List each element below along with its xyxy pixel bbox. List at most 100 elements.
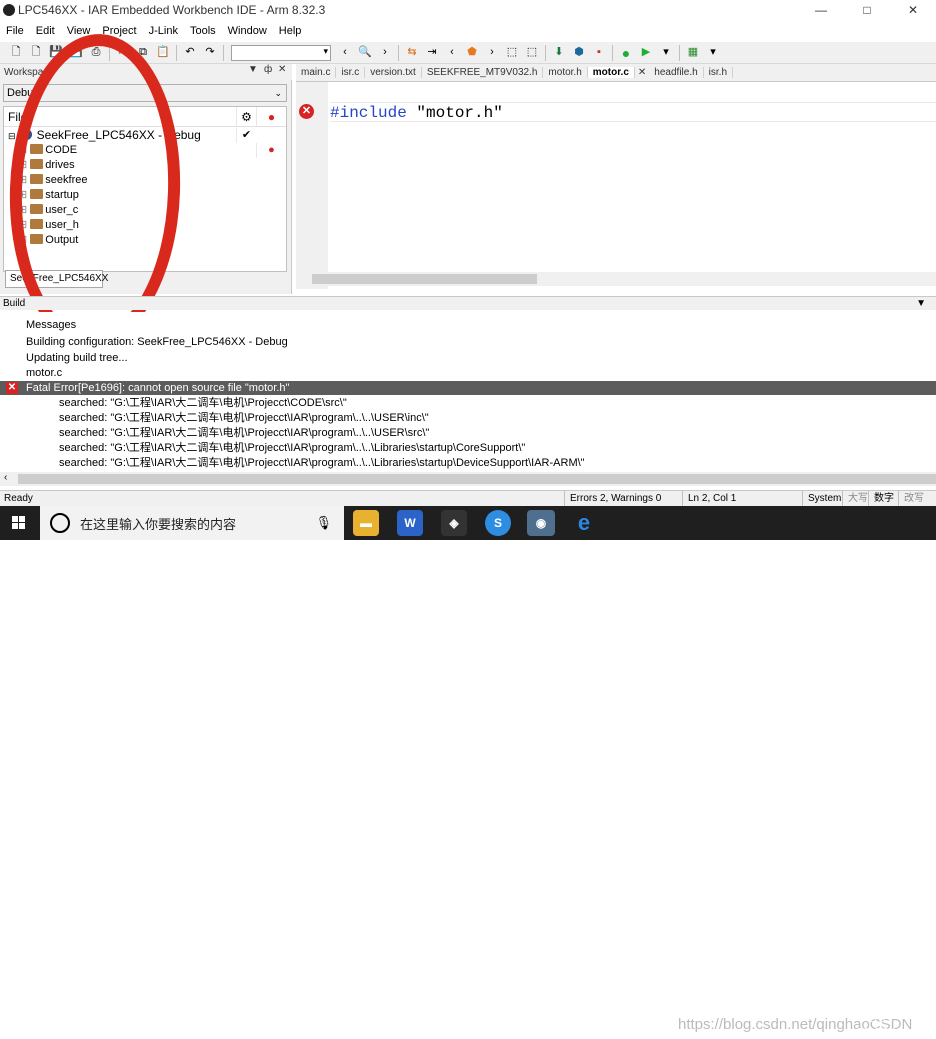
chevron-down-icon: ⌄ [274,88,282,98]
file-explorer-icon[interactable]: ▬ [353,510,379,536]
toolbar-overflow-icon[interactable]: ▾ [658,45,674,61]
folder-label: user_h [45,219,79,231]
tree-project-row[interactable]: ⊟ SeekFree_LPC546XX - Debug ✔ [4,128,286,143]
nav-back-icon[interactable]: ‹ [444,45,460,61]
tab-isr-c[interactable]: isr.c [336,67,366,78]
close-button[interactable]: ✕ [890,0,936,20]
tree-folder-row[interactable]: ⊞ user_h [4,218,286,233]
panel-menu-icon[interactable]: ▼ [248,64,258,75]
menu-project[interactable]: Project [96,25,142,37]
menu-file[interactable]: File [0,25,30,37]
nav-forward-icon[interactable]: › [484,45,500,61]
menu-help[interactable]: Help [273,25,308,37]
build-messages-header: Messages [26,319,77,331]
undo-icon[interactable]: ↶ [182,45,198,61]
tree-folder-row[interactable]: ⊞ CODE ● [4,143,286,158]
menu-view[interactable]: View [61,25,97,37]
error-dot-icon: ● [256,143,286,158]
window-title: LPC546XX - IAR Embedded Workbench IDE - … [18,3,326,17]
editor-horizontal-scrollbar[interactable] [312,272,936,286]
tree-folder-row[interactable]: ⊞ drives [4,158,286,173]
menu-edit[interactable]: Edit [30,25,61,37]
new-workspace-icon[interactable]: 🗋 [8,45,24,61]
search-icon[interactable]: 🔍 [357,45,373,61]
scrollbar-thumb[interactable] [18,474,936,484]
toolbar-overflow2-icon[interactable]: ▾ [705,45,721,61]
tab-main-c[interactable]: main.c [296,67,337,78]
find-combo[interactable] [231,44,331,61]
scroll-left-icon[interactable]: ‹ [4,472,7,483]
paste-icon[interactable]: 📋 [155,45,171,61]
tab-motor-c[interactable]: motor.c [587,67,635,78]
make-icon[interactable]: ⬚ [524,45,540,61]
folder-icon [30,234,44,244]
workspace-panel: Workspace ▼ ф ✕ Debug ⌄ File ⚙ ● ⊟ SeekF… [0,64,292,294]
save-all-icon[interactable]: 💾 [68,45,84,61]
tab-version-txt[interactable]: version.txt [365,67,422,78]
microphone-icon[interactable]: 🎙 [315,515,332,531]
edge-icon[interactable]: e [571,510,597,536]
add-file-icon[interactable]: ▦ [685,45,701,61]
build-error-text: Fatal Error[Pe1696]: cannot open source … [26,382,290,394]
build-horizontal-scrollbar[interactable]: ‹ [0,472,936,486]
tab-headfile-h[interactable]: headfile.h [649,67,704,78]
new-file-icon[interactable]: 🗋 [28,45,44,61]
maximize-button[interactable]: □ [844,0,890,20]
status-errors: Errors 2, Warnings 0 [564,491,661,506]
tab-seekfree-mt9v032-h[interactable]: SEEKFREE_MT9V032.h [422,67,544,78]
menu-tools[interactable]: Tools [184,25,222,37]
menu-bar: File Edit View Project J-Link Tools Wind… [0,22,936,40]
folder-icon [30,204,44,214]
error-icon: ✕ [6,382,18,394]
go-to-icon[interactable]: ⇆ [404,45,420,61]
windows-start-icon[interactable] [12,516,26,530]
wps-icon[interactable]: W [397,510,423,536]
breakpoint-icon[interactable]: ▪ [591,45,607,61]
iar-workbench-icon[interactable]: ◉ [527,510,555,536]
debug-run-icon[interactable]: ● [618,45,634,61]
bookmark-list-icon[interactable]: ⇥ [424,45,440,61]
menu-jlink[interactable]: J-Link [143,25,184,37]
gear-icon[interactable]: ⚙ [236,107,256,126]
tree-folder-row[interactable]: ⊞ user_c [4,203,286,218]
save-icon[interactable]: 💾 [48,45,64,61]
tab-isr-h[interactable]: isr.h [704,67,734,78]
tree-folder-row[interactable]: ⊞ seekfree [4,173,286,188]
browser-icon[interactable]: S [485,510,511,536]
build-title: Build [3,298,26,309]
configuration-value: Debug [7,87,40,99]
tree-folder-row[interactable]: ⊞ startup [4,188,286,203]
debug-without-download-icon[interactable]: ▶ [638,45,654,61]
code-line[interactable]: #include "motor.h" [330,102,936,122]
panel-menu-icon[interactable]: ▼ [916,297,926,311]
tab-close-icon[interactable]: ✕ [635,67,649,78]
panel-close-icon[interactable]: ✕ [278,64,286,75]
taskbar-search-box[interactable]: 在这里输入你要搜索的内容 🎙 [40,506,344,540]
cut-icon[interactable]: ✂ [115,45,131,61]
redo-icon[interactable]: ↷ [202,45,218,61]
bookmark-icon[interactable]: ⬟ [464,45,480,61]
print-icon[interactable]: ⎙ [88,45,104,61]
copy-icon[interactable]: ⧉ [135,45,151,61]
code-editor[interactable]: ✕ #include "motor.h" [296,82,936,289]
configuration-select[interactable]: Debug ⌄ [3,84,287,102]
status-system: System [802,491,841,506]
download-icon[interactable]: ⬇ [551,45,567,61]
scrollbar-thumb[interactable] [312,274,537,284]
stop-build-icon[interactable]: ⬢ [571,45,587,61]
workspace-tab[interactable]: SeekFree_LPC546XX [5,270,108,288]
collapse-icon[interactable]: ⊟ [8,131,16,141]
app-icon[interactable]: ◈ [441,510,467,536]
minimize-button[interactable]: — [798,0,844,20]
system-clock[interactable]: 17:15 2019/9/13 [848,1013,912,1039]
tree-folder-row[interactable]: ⊞ Output [4,233,286,248]
pin-icon[interactable]: ф [264,64,272,75]
tab-motor-h[interactable]: motor.h [543,67,588,78]
compile-icon[interactable]: ⬚ [504,45,520,61]
editor-gutter: ✕ [296,82,328,289]
build-error-row[interactable]: ✕ Fatal Error[Pe1696]: cannot open sourc… [0,381,936,395]
find-next-icon[interactable]: › [377,45,393,61]
folder-label: CODE [45,144,78,156]
find-previous-icon[interactable]: ‹ [337,45,353,61]
menu-window[interactable]: Window [222,25,273,37]
